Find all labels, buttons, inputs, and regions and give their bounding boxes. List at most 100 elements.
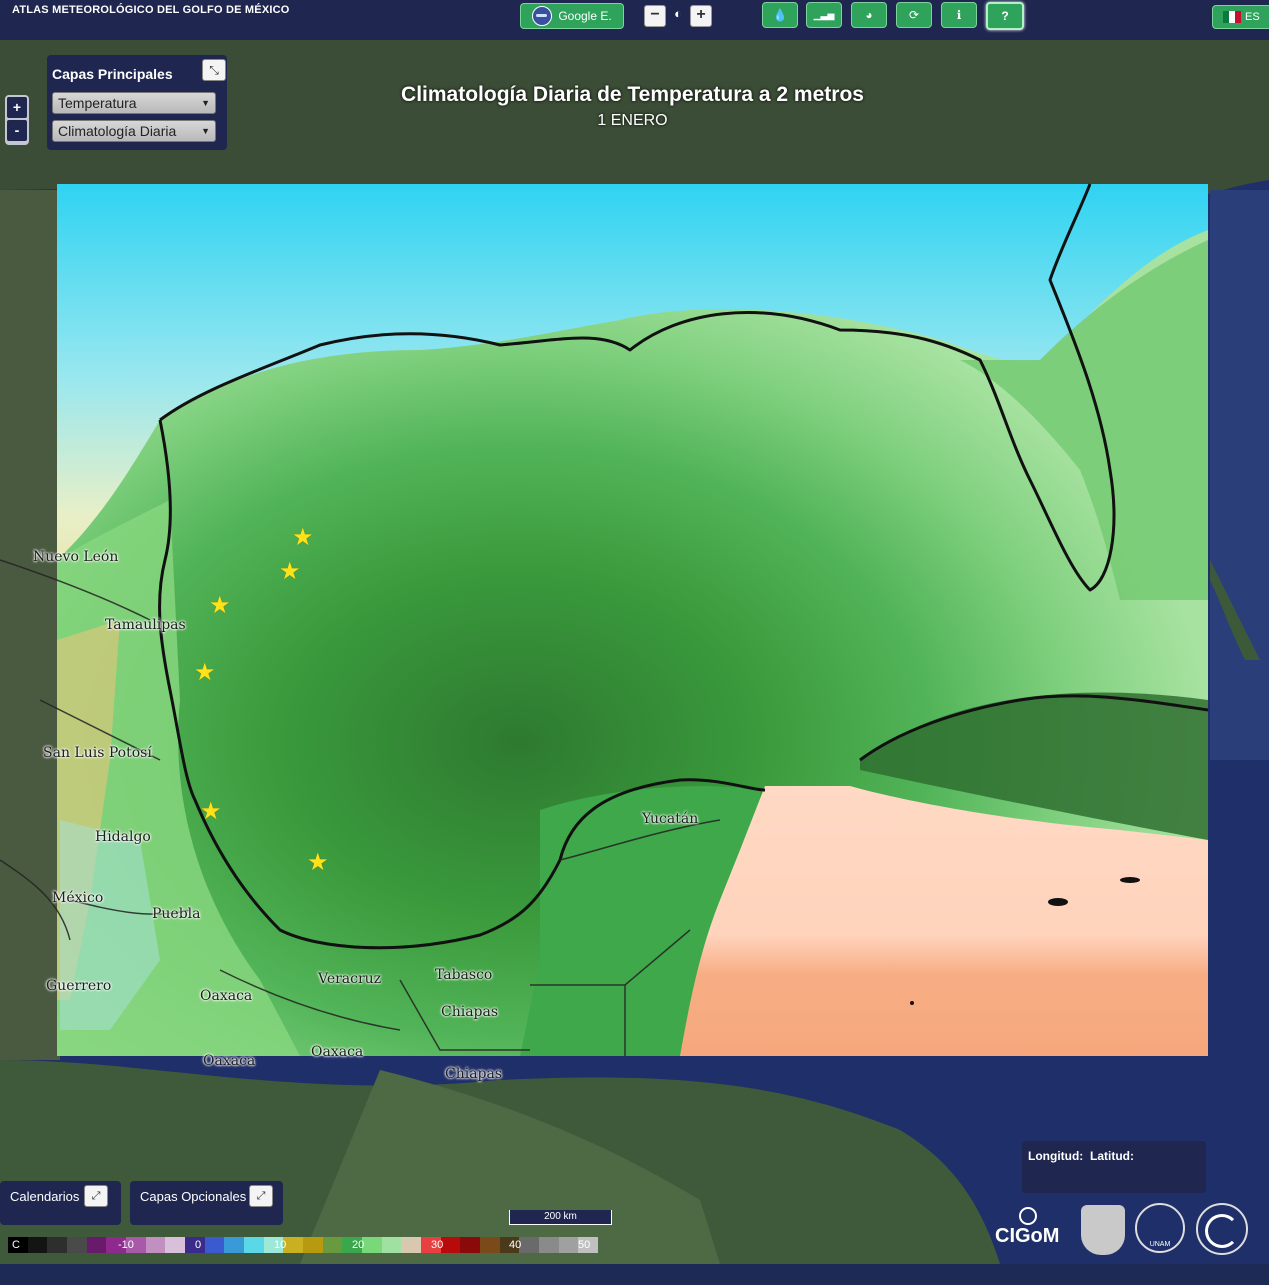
variable-select-value: Temperatura bbox=[58, 95, 137, 111]
mexico-flag-icon bbox=[1223, 11, 1241, 23]
station-star-icon[interactable]: ★ bbox=[200, 800, 222, 824]
legend-color-step bbox=[165, 1237, 186, 1253]
place-label: Oaxaca bbox=[200, 988, 253, 1004]
product-select[interactable]: Climatología Diaria ▼ bbox=[52, 120, 216, 142]
legend-tick: 10 bbox=[274, 1239, 287, 1251]
eye-icon: ◐ bbox=[674, 6, 682, 21]
legend-color-step bbox=[283, 1237, 304, 1253]
cigom-logo-text: CIGoM bbox=[995, 1225, 1060, 1247]
place-label: Chiapas bbox=[445, 1066, 503, 1082]
legend-color-step bbox=[224, 1237, 245, 1253]
refresh-icon: ⟳ bbox=[908, 8, 920, 22]
base-layer-label: Google E. bbox=[558, 9, 612, 23]
zoom-out-button[interactable]: - bbox=[7, 120, 27, 141]
legend-color-step bbox=[27, 1237, 48, 1253]
map-zoom-control: + - bbox=[5, 95, 29, 145]
oceanography-institute-logo bbox=[1196, 1203, 1248, 1255]
top-bar: ATLAS METEOROLÓGICO DEL GOLFO DE MÉXICO … bbox=[0, 0, 1269, 40]
optional-layers-label: Capas Opcionales bbox=[140, 1189, 247, 1204]
place-label: Chiapas bbox=[441, 1004, 499, 1020]
legend-unit: C bbox=[12, 1239, 20, 1251]
zoom-in-button[interactable]: + bbox=[7, 97, 27, 118]
dropdown-arrow-icon: ▼ bbox=[201, 126, 210, 136]
unam-shield-logo bbox=[1081, 1205, 1125, 1255]
place-label: Guerrero bbox=[46, 978, 112, 994]
globe-button[interactable]: ◕ bbox=[851, 2, 887, 28]
place-label: San Luis Potosí bbox=[43, 745, 152, 761]
place-label: Puebla bbox=[152, 906, 201, 922]
collapse-icon: ⤡ bbox=[209, 63, 219, 77]
language-label: ES bbox=[1245, 11, 1260, 23]
main-layers-panel: Capas Principales ⤡ Temperatura ▼ Climat… bbox=[47, 55, 227, 150]
legend-color-step bbox=[558, 1237, 579, 1253]
legend-color-step bbox=[145, 1237, 166, 1253]
legend-tick: 20 bbox=[352, 1239, 365, 1251]
legend-color-step bbox=[204, 1237, 225, 1253]
legend-tick: -10 bbox=[118, 1239, 134, 1251]
info-button[interactable]: ℹ bbox=[941, 2, 977, 28]
refresh-button[interactable]: ⟳ bbox=[896, 2, 932, 28]
legend-color-step bbox=[86, 1237, 107, 1253]
cigom-logo-icon bbox=[1019, 1207, 1037, 1225]
legend-tick: 0 bbox=[195, 1239, 202, 1251]
place-label: Oaxaca bbox=[203, 1053, 256, 1069]
legend-tick: 30 bbox=[431, 1239, 444, 1251]
place-label: Nuevo León bbox=[33, 549, 119, 565]
bar-chart-icon: ▁▃▅ bbox=[813, 9, 835, 20]
latitude-label: Latitud: bbox=[1090, 1149, 1134, 1163]
collapse-panel-button[interactable]: ⤡ bbox=[202, 59, 226, 81]
app-title: ATLAS METEOROLÓGICO DEL GOLFO DE MÉXICO bbox=[12, 4, 290, 16]
legend-color-step bbox=[47, 1237, 68, 1253]
base-layer-button[interactable]: Google E. bbox=[520, 3, 624, 29]
opacity-decrease-button[interactable]: − bbox=[644, 5, 666, 27]
coordinates-readout: Longitud: Latitud: bbox=[1022, 1141, 1206, 1193]
place-label: México bbox=[52, 890, 104, 906]
wave-icon bbox=[1205, 1214, 1239, 1248]
legend-color-step bbox=[322, 1237, 343, 1253]
opacity-increase-button[interactable]: + bbox=[690, 5, 712, 27]
calendars-panel[interactable]: Calendarios ⤢ bbox=[0, 1181, 121, 1225]
help-icon: ? bbox=[1001, 9, 1009, 23]
legend-color-step bbox=[244, 1237, 264, 1253]
water-drop-icon: 💧 bbox=[772, 8, 788, 22]
unam-text: UNAM bbox=[1149, 1241, 1171, 1248]
expand-optional-layers-button[interactable]: ⤢ bbox=[249, 1185, 273, 1207]
layers-panel-title: Capas Principales bbox=[52, 66, 173, 82]
legend-color-step bbox=[67, 1237, 87, 1253]
legend-color-step bbox=[460, 1237, 481, 1253]
legend-color-step bbox=[362, 1237, 382, 1253]
earth-icon bbox=[532, 6, 553, 26]
legend-color-step bbox=[519, 1237, 540, 1253]
longitude-label: Longitud: bbox=[1028, 1149, 1084, 1163]
product-select-value: Climatología Diaria bbox=[58, 123, 177, 139]
optional-layers-panel[interactable]: Capas Opcionales ⤢ bbox=[130, 1181, 283, 1225]
place-label: Oaxaca bbox=[311, 1044, 364, 1060]
language-selector[interactable]: ES bbox=[1212, 5, 1269, 29]
statistics-button[interactable]: ▁▃▅ bbox=[806, 2, 842, 28]
legend-tick: 40 bbox=[509, 1239, 522, 1251]
expand-icon: ⤢ bbox=[256, 1190, 266, 1202]
place-label: Tamaulipas bbox=[105, 617, 186, 633]
station-star-icon[interactable]: ★ bbox=[279, 560, 301, 584]
place-label: Veracruz bbox=[318, 971, 382, 987]
station-star-icon[interactable]: ★ bbox=[307, 851, 329, 875]
station-star-icon[interactable]: ★ bbox=[194, 661, 216, 685]
ciencias-del-mar-logo: UNAM bbox=[1135, 1203, 1185, 1253]
cigom-logo: CIGoM bbox=[995, 1207, 1067, 1251]
calendars-label: Calendarios bbox=[10, 1189, 80, 1204]
help-button[interactable]: ? bbox=[986, 2, 1024, 30]
info-icon: ℹ bbox=[956, 8, 962, 22]
precipitation-button[interactable]: 💧 bbox=[762, 2, 798, 28]
legend-color-step bbox=[401, 1237, 422, 1253]
legend-color-step bbox=[381, 1237, 402, 1253]
legend-color-step bbox=[303, 1237, 323, 1253]
dropdown-arrow-icon: ▼ bbox=[201, 98, 210, 108]
variable-select[interactable]: Temperatura ▼ bbox=[52, 92, 216, 114]
station-star-icon[interactable]: ★ bbox=[209, 594, 231, 618]
temperature-map[interactable] bbox=[0, 0, 1269, 1264]
place-label: Tabasco bbox=[435, 967, 493, 983]
place-label: Yucatán bbox=[642, 811, 699, 827]
expand-icon: ⤢ bbox=[91, 1190, 101, 1202]
station-star-icon[interactable]: ★ bbox=[292, 526, 314, 550]
expand-calendars-button[interactable]: ⤢ bbox=[84, 1185, 108, 1207]
